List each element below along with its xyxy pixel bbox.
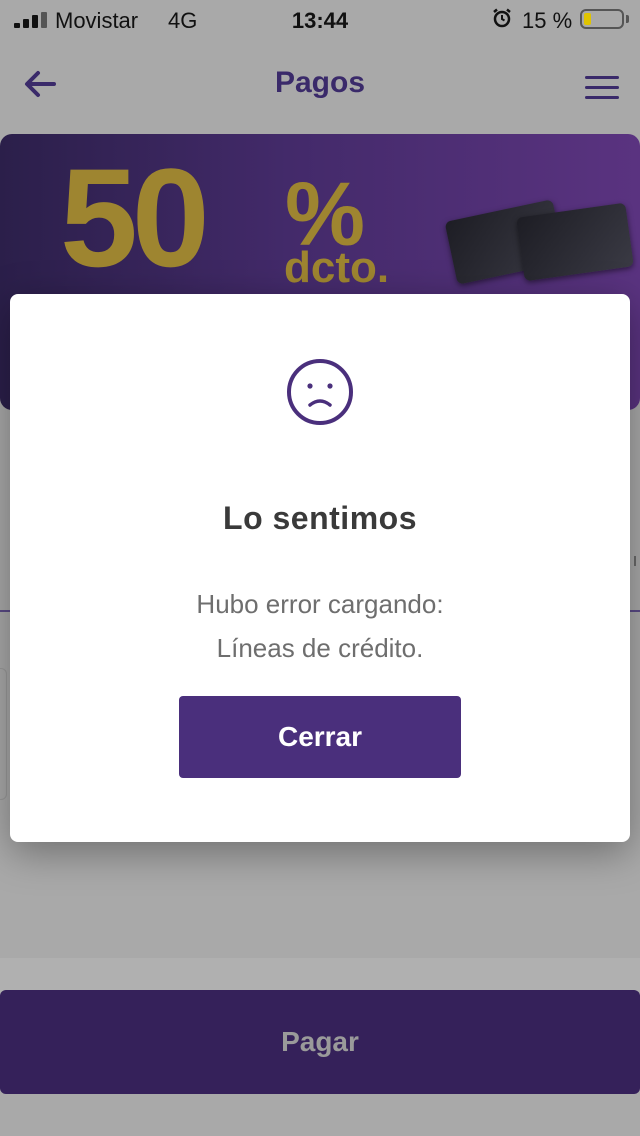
dialog-message-line: Líneas de crédito. [216,633,424,663]
page-title: Pagos [274,66,366,99]
battery-icon [580,9,624,29]
navigation-bar: Pagos [0,40,640,130]
dialog-title: Lo sentimos [223,500,417,536]
promo-discount-label: dcto. [284,243,390,292]
dialog-message: Hubo error cargando: Líneas de crédito. [10,582,630,670]
sad-face-icon [287,359,353,425]
pay-button[interactable]: Pagar [0,990,640,1094]
battery-cap [626,15,629,23]
dialog-message-line: Hubo error cargando: [196,589,444,619]
promo-discount-value: 50 [60,139,210,296]
status-bar: Movistar 4G 13:44 15 % [0,0,640,40]
hamburger-menu-icon[interactable] [585,76,619,100]
battery-percent: 15 % [522,8,573,33]
content-card-edge [0,668,7,800]
credit-card-image [516,202,634,282]
alarm-icon [493,8,511,28]
close-button[interactable]: Cerrar [179,696,461,778]
error-dialog: Lo sentimos Hubo error cargando: Líneas … [10,294,630,842]
